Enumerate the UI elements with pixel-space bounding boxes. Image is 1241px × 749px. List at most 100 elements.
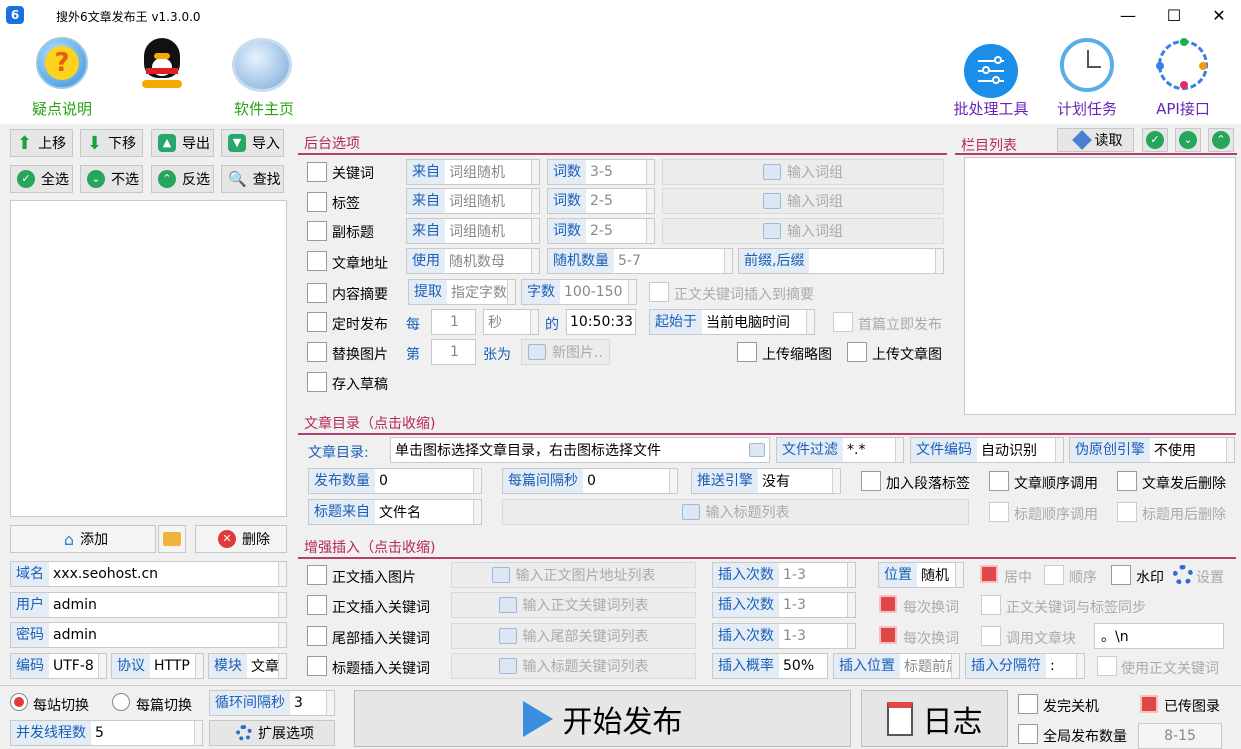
export-button[interactable]: ▲ 导出: [151, 129, 214, 157]
insert-position-select[interactable]: 插入位置标题前后: [833, 653, 960, 679]
tag-count-field[interactable]: 词数 2-5: [547, 188, 655, 214]
sliders-icon[interactable]: [964, 44, 1018, 98]
expand-category-button[interactable]: ⌃: [1208, 128, 1234, 152]
title-from-select[interactable]: 标题来自 文件名: [308, 499, 482, 525]
tail-times-field[interactable]: 插入次数 1-3: [712, 623, 856, 649]
watermark-checkbox[interactable]: [1111, 565, 1131, 585]
globe-icon[interactable]: [232, 38, 292, 92]
unit-select[interactable]: 秒: [483, 309, 539, 335]
prefix-suffix-field[interactable]: 前缀,后缀: [738, 248, 944, 274]
time-input[interactable]: 10:50:33: [566, 309, 636, 335]
keyword-times-field[interactable]: 插入次数 1-3: [712, 592, 856, 618]
close-button[interactable]: ✕: [1196, 0, 1241, 32]
interval-field[interactable]: 每篇间隔秒 0: [502, 468, 678, 494]
schedule-label[interactable]: 计划任务: [1050, 98, 1124, 119]
file-filter-field[interactable]: 文件过滤 *.*: [776, 437, 904, 463]
maximize-button[interactable]: ☐: [1151, 0, 1197, 32]
para-tag-checkbox[interactable]: [861, 471, 881, 491]
tag-checkbox[interactable]: [307, 192, 327, 212]
random-count-field[interactable]: 随机数量 5-7: [547, 248, 733, 274]
move-down-button[interactable]: ⬇ 下移: [80, 129, 143, 157]
position-select[interactable]: 位置 随机: [878, 562, 964, 588]
title-kw-list-button[interactable]: 输入标题关键词列表: [451, 653, 696, 679]
url-use-select[interactable]: 使用 随机数母: [406, 248, 540, 274]
tag-source-select[interactable]: 来自 词组随机: [406, 188, 540, 214]
extract-select[interactable]: 提取 指定字数: [408, 279, 516, 305]
separator-select[interactable]: 插入分隔符:: [965, 653, 1085, 679]
replace-img-checkbox[interactable]: [307, 342, 327, 362]
dir-path-input[interactable]: 单击图标选择文章目录，右击图标选择文件: [390, 437, 770, 463]
api-label[interactable]: API接口: [1146, 98, 1220, 119]
clock-icon[interactable]: [1060, 38, 1114, 92]
minimize-button[interactable]: —: [1105, 0, 1151, 32]
draft-checkbox[interactable]: [307, 372, 327, 392]
insert-image-checkbox[interactable]: [307, 565, 327, 585]
delete-after-checkbox[interactable]: [1117, 471, 1137, 491]
upload-thumb-checkbox[interactable]: [737, 342, 757, 362]
sequence-checkbox[interactable]: [1044, 565, 1064, 585]
chars-field[interactable]: 字数 100-150: [521, 279, 637, 305]
domain-field[interactable]: 域名 xxx.seohost.cn: [10, 561, 287, 587]
user-field[interactable]: 用户 admin: [10, 592, 287, 618]
import-button[interactable]: ▼ 导入: [221, 129, 284, 157]
batch-label[interactable]: 批处理工具: [946, 98, 1036, 119]
pseudo-engine-select[interactable]: 伪原创引擎 不使用: [1069, 437, 1235, 463]
tail-list-button[interactable]: 输入尾部关键词列表: [451, 623, 696, 649]
folder-icon[interactable]: [749, 443, 765, 457]
password-field[interactable]: 密码 admin: [10, 622, 287, 648]
keyword-checkbox[interactable]: [307, 162, 327, 182]
subtitle-source-select[interactable]: 来自 词组随机: [406, 218, 540, 244]
shutdown-checkbox[interactable]: [1018, 694, 1038, 714]
check-category-button[interactable]: ✓: [1142, 128, 1168, 152]
use-body-kw-checkbox[interactable]: [1097, 656, 1117, 676]
select-all-button[interactable]: ✓ 全选: [10, 165, 73, 193]
tag-group-button[interactable]: 输入词组: [662, 188, 944, 214]
subtitle-group-button[interactable]: 输入词组: [662, 218, 944, 244]
keyword-list-button[interactable]: 输入正文关键词列表: [451, 592, 696, 618]
first-now-checkbox[interactable]: [833, 312, 853, 332]
question-icon[interactable]: ?: [36, 37, 88, 89]
per-site-radio[interactable]: [10, 693, 28, 711]
per-post-radio[interactable]: [112, 693, 130, 711]
title-delete-checkbox[interactable]: [1117, 502, 1137, 522]
home-label[interactable]: 软件主页: [222, 98, 306, 119]
image-times-field[interactable]: 插入次数 1-3: [712, 562, 856, 588]
tail-keyword-checkbox[interactable]: [307, 626, 327, 646]
order-checkbox[interactable]: [989, 471, 1009, 491]
kw-swap-checkbox[interactable]: [879, 595, 897, 613]
start-from-select[interactable]: 起始于 当前电脑时间: [649, 309, 815, 335]
image-list-button[interactable]: 输入正文图片地址列表: [451, 562, 696, 588]
delete-button[interactable]: ✕ 删除: [195, 525, 287, 553]
url-checkbox[interactable]: [307, 251, 327, 271]
backend-options-header[interactable]: 后台选项: [298, 131, 947, 155]
sent-img-checkbox[interactable]: [1140, 695, 1158, 713]
nth-input[interactable]: 1: [431, 339, 476, 365]
gear-icon[interactable]: [1173, 565, 1193, 585]
new-image-button[interactable]: 新图片..: [521, 339, 610, 365]
timed-checkbox[interactable]: [307, 312, 327, 332]
log-button[interactable]: 日志: [861, 690, 1008, 747]
help-label[interactable]: 疑点说明: [20, 98, 104, 119]
ext-options-button[interactable]: 扩展选项: [209, 720, 335, 746]
insert-summary-checkbox[interactable]: [649, 282, 669, 302]
subtitle-count-field[interactable]: 词数 2-5: [547, 218, 655, 244]
read-button[interactable]: 读取: [1057, 128, 1134, 152]
site-list[interactable]: [10, 200, 287, 517]
find-button[interactable]: 🔍 查找: [221, 165, 284, 193]
every-input[interactable]: 1: [431, 309, 476, 335]
keyword-group-button[interactable]: 输入词组: [662, 159, 944, 185]
center-checkbox[interactable]: [980, 565, 998, 583]
call-block-checkbox[interactable]: [981, 626, 1001, 646]
title-keyword-checkbox[interactable]: [307, 656, 327, 676]
title-list-button[interactable]: 输入标题列表: [502, 499, 969, 525]
global-count-input[interactable]: 8-15: [1138, 723, 1222, 749]
add-button[interactable]: ⌂ 添加: [10, 525, 156, 553]
keyword-source-select[interactable]: 来自 词组随机: [406, 159, 540, 185]
move-up-button[interactable]: ⬆ 上移: [10, 129, 73, 157]
tail-swap-checkbox[interactable]: [879, 626, 897, 644]
push-engine-select[interactable]: 推送引擎 没有: [691, 468, 841, 494]
upload-img-checkbox[interactable]: [847, 342, 867, 362]
article-dir-header[interactable]: 文章目录（点击收缩): [298, 411, 1236, 435]
insert-keyword-checkbox[interactable]: [307, 595, 327, 615]
global-count-checkbox[interactable]: [1018, 724, 1038, 744]
